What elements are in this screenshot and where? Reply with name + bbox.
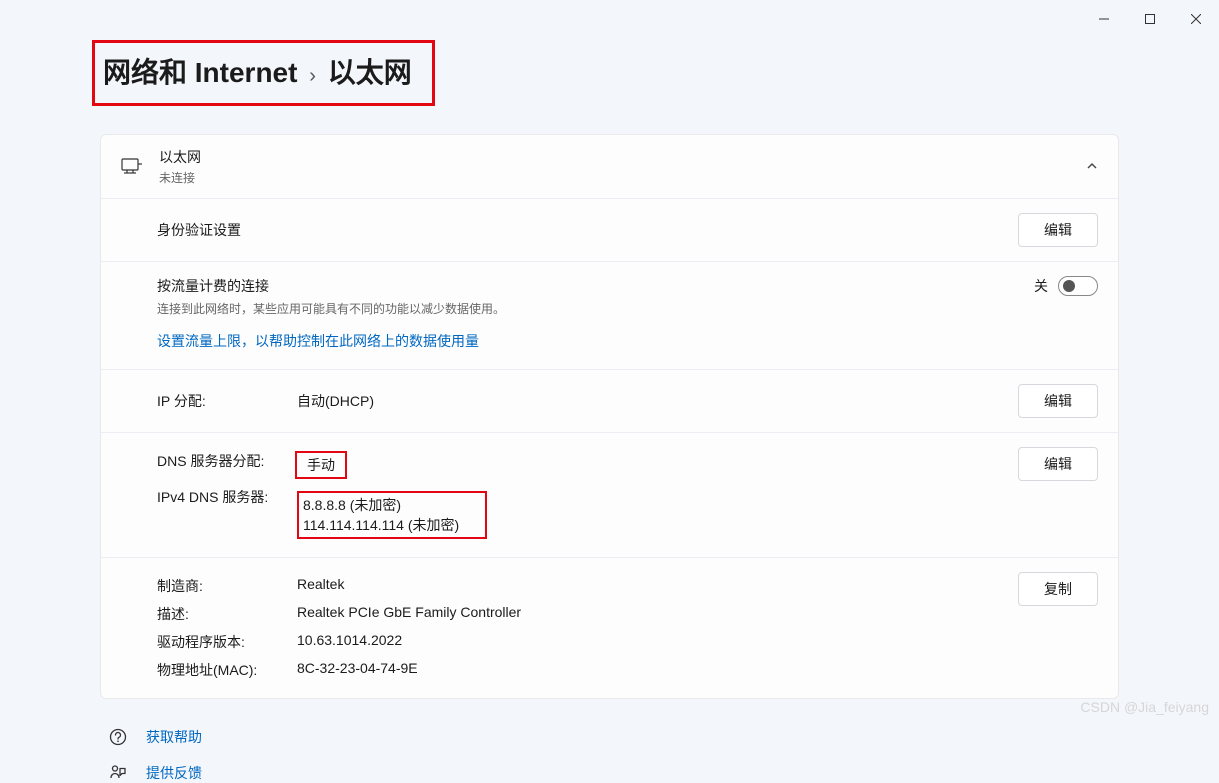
dns-row: DNS 服务器分配: 手动 IPv4 DNS 服务器: 8.8.8.8 (未加密… [101,432,1118,557]
auth-settings-label: 身份验证设置 [157,220,1018,240]
ipv4-dns-value-2: 114.114.114.114 (未加密) [303,515,481,535]
ethernet-card: 以太网 未连接 身份验证设置 编辑 按流量计费的连接 连接到此网络时，某些应用可… [100,134,1119,699]
maximize-icon [1145,14,1155,24]
close-icon [1191,14,1201,24]
give-feedback-label: 提供反馈 [146,763,202,783]
metered-label: 按流量计费的连接 [157,276,1034,296]
mac-address-value: 8C-32-23-04-74-9E [297,660,418,680]
driver-version-value: 10.63.1014.2022 [297,632,402,652]
dns-edit-button[interactable]: 编辑 [1018,447,1098,481]
connection-header[interactable]: 以太网 未连接 [101,135,1118,198]
auth-settings-row: 身份验证设置 编辑 [101,198,1118,261]
window-maximize-button[interactable] [1127,4,1173,34]
manufacturer-value: Realtek [297,576,344,596]
minimize-icon [1099,14,1109,24]
copy-button[interactable]: 复制 [1018,572,1098,606]
ipv4-dns-label: IPv4 DNS 服务器: [157,487,297,507]
dns-assignment-value: 手动 [295,451,347,479]
ip-assignment-label: IP 分配: [157,391,297,411]
dns-assignment-label: DNS 服务器分配: [157,451,297,479]
ethernet-icon [121,156,143,178]
mac-address-label: 物理地址(MAC): [157,660,297,680]
feedback-icon [108,764,128,782]
metered-toggle[interactable] [1058,276,1098,296]
window-close-button[interactable] [1173,4,1219,34]
description-value: Realtek PCIe GbE Family Controller [297,604,521,624]
help-icon [108,728,128,746]
breadcrumb-current: 以太网 [328,57,412,88]
chevron-up-icon [1086,159,1098,175]
ip-edit-button[interactable]: 编辑 [1018,384,1098,418]
metered-desc: 连接到此网络时，某些应用可能具有不同的功能以减少数据使用。 [157,300,1034,317]
ipv4-dns-values-highlight: 8.8.8.8 (未加密) 114.114.114.114 (未加密) [297,491,487,539]
connection-title: 以太网 [159,147,1070,167]
hardware-info-row: 制造商: Realtek 描述: Realtek PCIe GbE Family… [101,557,1118,698]
get-help-label: 获取帮助 [146,727,202,747]
toggle-knob [1063,280,1075,292]
watermark: CSDN @Jia_feiyang [1080,699,1209,715]
ipv4-dns-value-1: 8.8.8.8 (未加密) [303,495,481,515]
window-minimize-button[interactable] [1081,4,1127,34]
metered-toggle-label: 关 [1034,276,1048,296]
breadcrumb: 网络和 Internet › 以太网 [100,40,1119,106]
metered-connection-row: 按流量计费的连接 连接到此网络时，某些应用可能具有不同的功能以减少数据使用。 设… [101,261,1118,369]
get-help-link[interactable]: 获取帮助 [108,727,1119,747]
manufacturer-label: 制造商: [157,576,297,596]
data-limit-link[interactable]: 设置流量上限，以帮助控制在此网络上的数据使用量 [157,333,479,349]
ip-assignment-row: IP 分配: 自动(DHCP) 编辑 [101,369,1118,432]
auth-edit-button[interactable]: 编辑 [1018,213,1098,247]
connection-status: 未连接 [159,169,1070,186]
chevron-right-icon: › [309,65,316,87]
give-feedback-link[interactable]: 提供反馈 [108,763,1119,783]
driver-version-label: 驱动程序版本: [157,632,297,652]
breadcrumb-parent[interactable]: 网络和 Internet [103,57,297,88]
description-label: 描述: [157,604,297,624]
breadcrumb-highlight: 网络和 Internet › 以太网 [92,40,435,106]
ip-assignment-value: 自动(DHCP) [297,391,1018,411]
